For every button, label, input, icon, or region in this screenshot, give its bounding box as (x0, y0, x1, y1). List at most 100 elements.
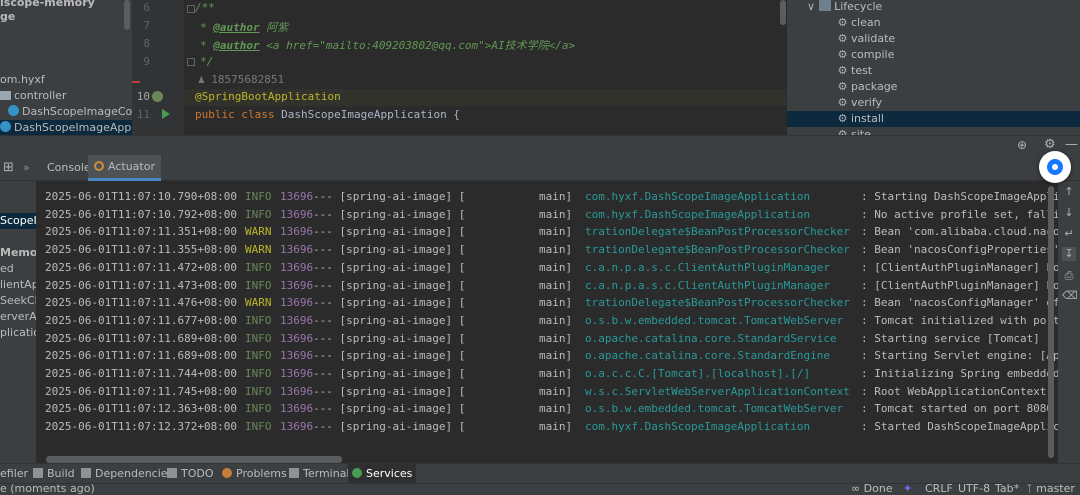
arrow-up-icon[interactable]: ↑ (1062, 185, 1076, 199)
log-app-name: --- [spring-ai-image] [ (313, 313, 466, 327)
log-thread: main] (539, 331, 573, 345)
log-level: INFO (245, 367, 272, 380)
maven-goal-clean[interactable]: ⚙ clean (787, 15, 1080, 31)
code-line-9: */ (200, 55, 213, 68)
services-tree: ScopeIm Memory ed lientApp SeekClie erve… (0, 181, 36, 463)
tool-services[interactable]: Services (348, 464, 417, 484)
tree-item-image-controller[interactable]: DashScopeImageContro (8, 104, 132, 120)
warning-icon (222, 468, 232, 478)
service-item[interactable]: plication (0, 325, 36, 341)
log-pid: 13696 (280, 296, 314, 310)
service-item[interactable]: erverAp (0, 309, 36, 325)
fold-marker-icon[interactable] (187, 5, 195, 13)
tree-item-label: DashScopeImageContro (22, 105, 132, 118)
javadoc-author-tag: @author (213, 21, 260, 34)
log-thread: main] (539, 260, 573, 274)
log-message: : [ClientAuthPluginManager] Load Cl (861, 278, 1058, 292)
floating-assistant-button[interactable] (1039, 151, 1071, 183)
trash-icon[interactable]: ⌫ (1062, 289, 1078, 303)
service-item[interactable]: ed (0, 261, 14, 277)
arrow-down-icon[interactable]: ↓ (1062, 206, 1076, 220)
maven-goal-verify[interactable]: ⚙ verify (787, 95, 1080, 111)
code-editor[interactable]: 6 7 8 9 10 11 /** * @author 阿紫 * @author… (132, 0, 786, 135)
log-thread: main] (539, 296, 573, 310)
maven-goal-label: clean (851, 16, 881, 29)
log-timestamp: 2025-06-01T11:07:11.476+08:00 (45, 296, 238, 310)
tree-item-package[interactable]: om.hyxf (0, 72, 45, 88)
tree-item-image-application[interactable]: DashScopeImageApplicatio (0, 120, 132, 135)
service-item-label: plication (0, 326, 36, 339)
run-gutter-icon[interactable] (162, 109, 170, 119)
service-item[interactable]: SeekClie (0, 293, 36, 309)
tool-terminal[interactable]: Terminal (289, 464, 350, 484)
log-message: : Initializing Spring embedded WebA (861, 367, 1058, 380)
tab-actuator-label: Actuator (108, 160, 155, 173)
maven-goal-compile[interactable]: ⚙ compile (787, 47, 1080, 63)
maven-goal-label: verify (851, 96, 883, 109)
console-output[interactable]: 2025-06-01T11:07:10.790+08:00 INFO 13696 --… (36, 181, 1058, 463)
log-logger: o.apache.catalina.core.StandardService (585, 331, 837, 345)
javadoc-end: */ (200, 55, 214, 68)
code-line-7: * @author 阿紫 (200, 21, 289, 34)
crosshair-icon[interactable]: ⊕ (1017, 138, 1027, 152)
tool-dependencies-label: Dependencies (95, 467, 174, 480)
log-thread: main] (539, 207, 573, 221)
tool-todo[interactable]: TODO (167, 464, 214, 484)
tool-dependencies[interactable]: Dependencies (81, 464, 173, 484)
service-item[interactable]: lientApp (0, 277, 36, 293)
author-hint[interactable]: ♟ 18575682851 (198, 73, 284, 86)
console-vertical-scrollbar[interactable] (1048, 186, 1054, 458)
log-message: : No active profile set, falling ba (861, 207, 1058, 221)
status-done[interactable]: ∞ Done (851, 484, 893, 495)
tree-item-controller[interactable]: controller (0, 88, 66, 104)
gear-icon: ⚙ (837, 80, 848, 93)
minimize-icon[interactable]: — (1065, 137, 1078, 152)
maven-goal-test[interactable]: ⚙ test (787, 63, 1080, 79)
maven-goal-package[interactable]: ⚙ package (787, 79, 1080, 95)
service-item[interactable]: ScopeIm (0, 213, 36, 229)
indent-setting[interactable]: Tab* (995, 484, 1019, 495)
console-horizontal-scrollbar[interactable] (46, 456, 342, 463)
log-thread: main] (539, 243, 573, 257)
log-level: INFO (245, 278, 272, 292)
scroll-to-end-icon[interactable]: ↧ (1062, 247, 1076, 261)
maven-goal-site[interactable]: ⚙ site (787, 127, 1080, 135)
service-item-label: Memory (0, 246, 36, 259)
log-pid: 13696 (280, 349, 314, 363)
tree-item-module-2[interactable]: ge (0, 9, 15, 25)
tool-profiler[interactable]: efiler (0, 464, 28, 484)
keyword-class: class (241, 108, 275, 121)
chevron-down-icon: ∨ (807, 0, 816, 13)
gear-icon[interactable]: ⚙ (1044, 137, 1056, 152)
tab-actuator[interactable]: Actuator (88, 155, 161, 181)
tree-scrollbar[interactable] (124, 0, 130, 30)
maven-goal-validate[interactable]: ⚙ validate (787, 31, 1080, 47)
log-app-name: --- [spring-ai-image] [ (313, 402, 466, 416)
git-branch[interactable]: ᛉ master (1026, 484, 1075, 495)
file-encoding[interactable]: UTF-8 (958, 484, 990, 495)
services-icon (352, 468, 362, 478)
status-message[interactable]: e (moments ago) (0, 484, 95, 495)
maven-lifecycle-node[interactable]: ∨ Lifecycle (787, 0, 1080, 15)
folder-icon (819, 0, 832, 11)
plugin-icon[interactable]: ✦ (903, 484, 912, 495)
log-logger: c.a.n.p.a.s.c.ClientAuthPluginManager (585, 260, 831, 274)
line-separator[interactable]: CRLF (925, 484, 953, 495)
chevron-right-icon[interactable]: » (23, 161, 30, 174)
fold-marker-icon[interactable] (187, 58, 195, 66)
service-item[interactable]: Memory (0, 245, 36, 261)
line-number: 7 (143, 19, 150, 32)
tool-terminal-label: Terminal (303, 467, 350, 480)
print-icon[interactable]: ⎙ (1062, 269, 1076, 283)
soft-wrap-icon[interactable]: ↵ (1062, 227, 1076, 241)
tool-problems[interactable]: Problems (222, 464, 287, 484)
log-level: INFO (245, 260, 272, 274)
add-service-icon[interactable]: ⊞ (3, 160, 14, 175)
tool-build[interactable]: Build (33, 464, 75, 484)
spring-bean-icon[interactable] (152, 91, 163, 102)
tool-profiler-label: efiler (0, 467, 29, 480)
editor-gutter: 6 7 8 9 10 11 (132, 0, 184, 135)
maven-goal-install[interactable]: ⚙ install (787, 111, 1080, 127)
log-pid: 13696 (280, 420, 314, 434)
log-pid: 13696 (280, 260, 314, 274)
